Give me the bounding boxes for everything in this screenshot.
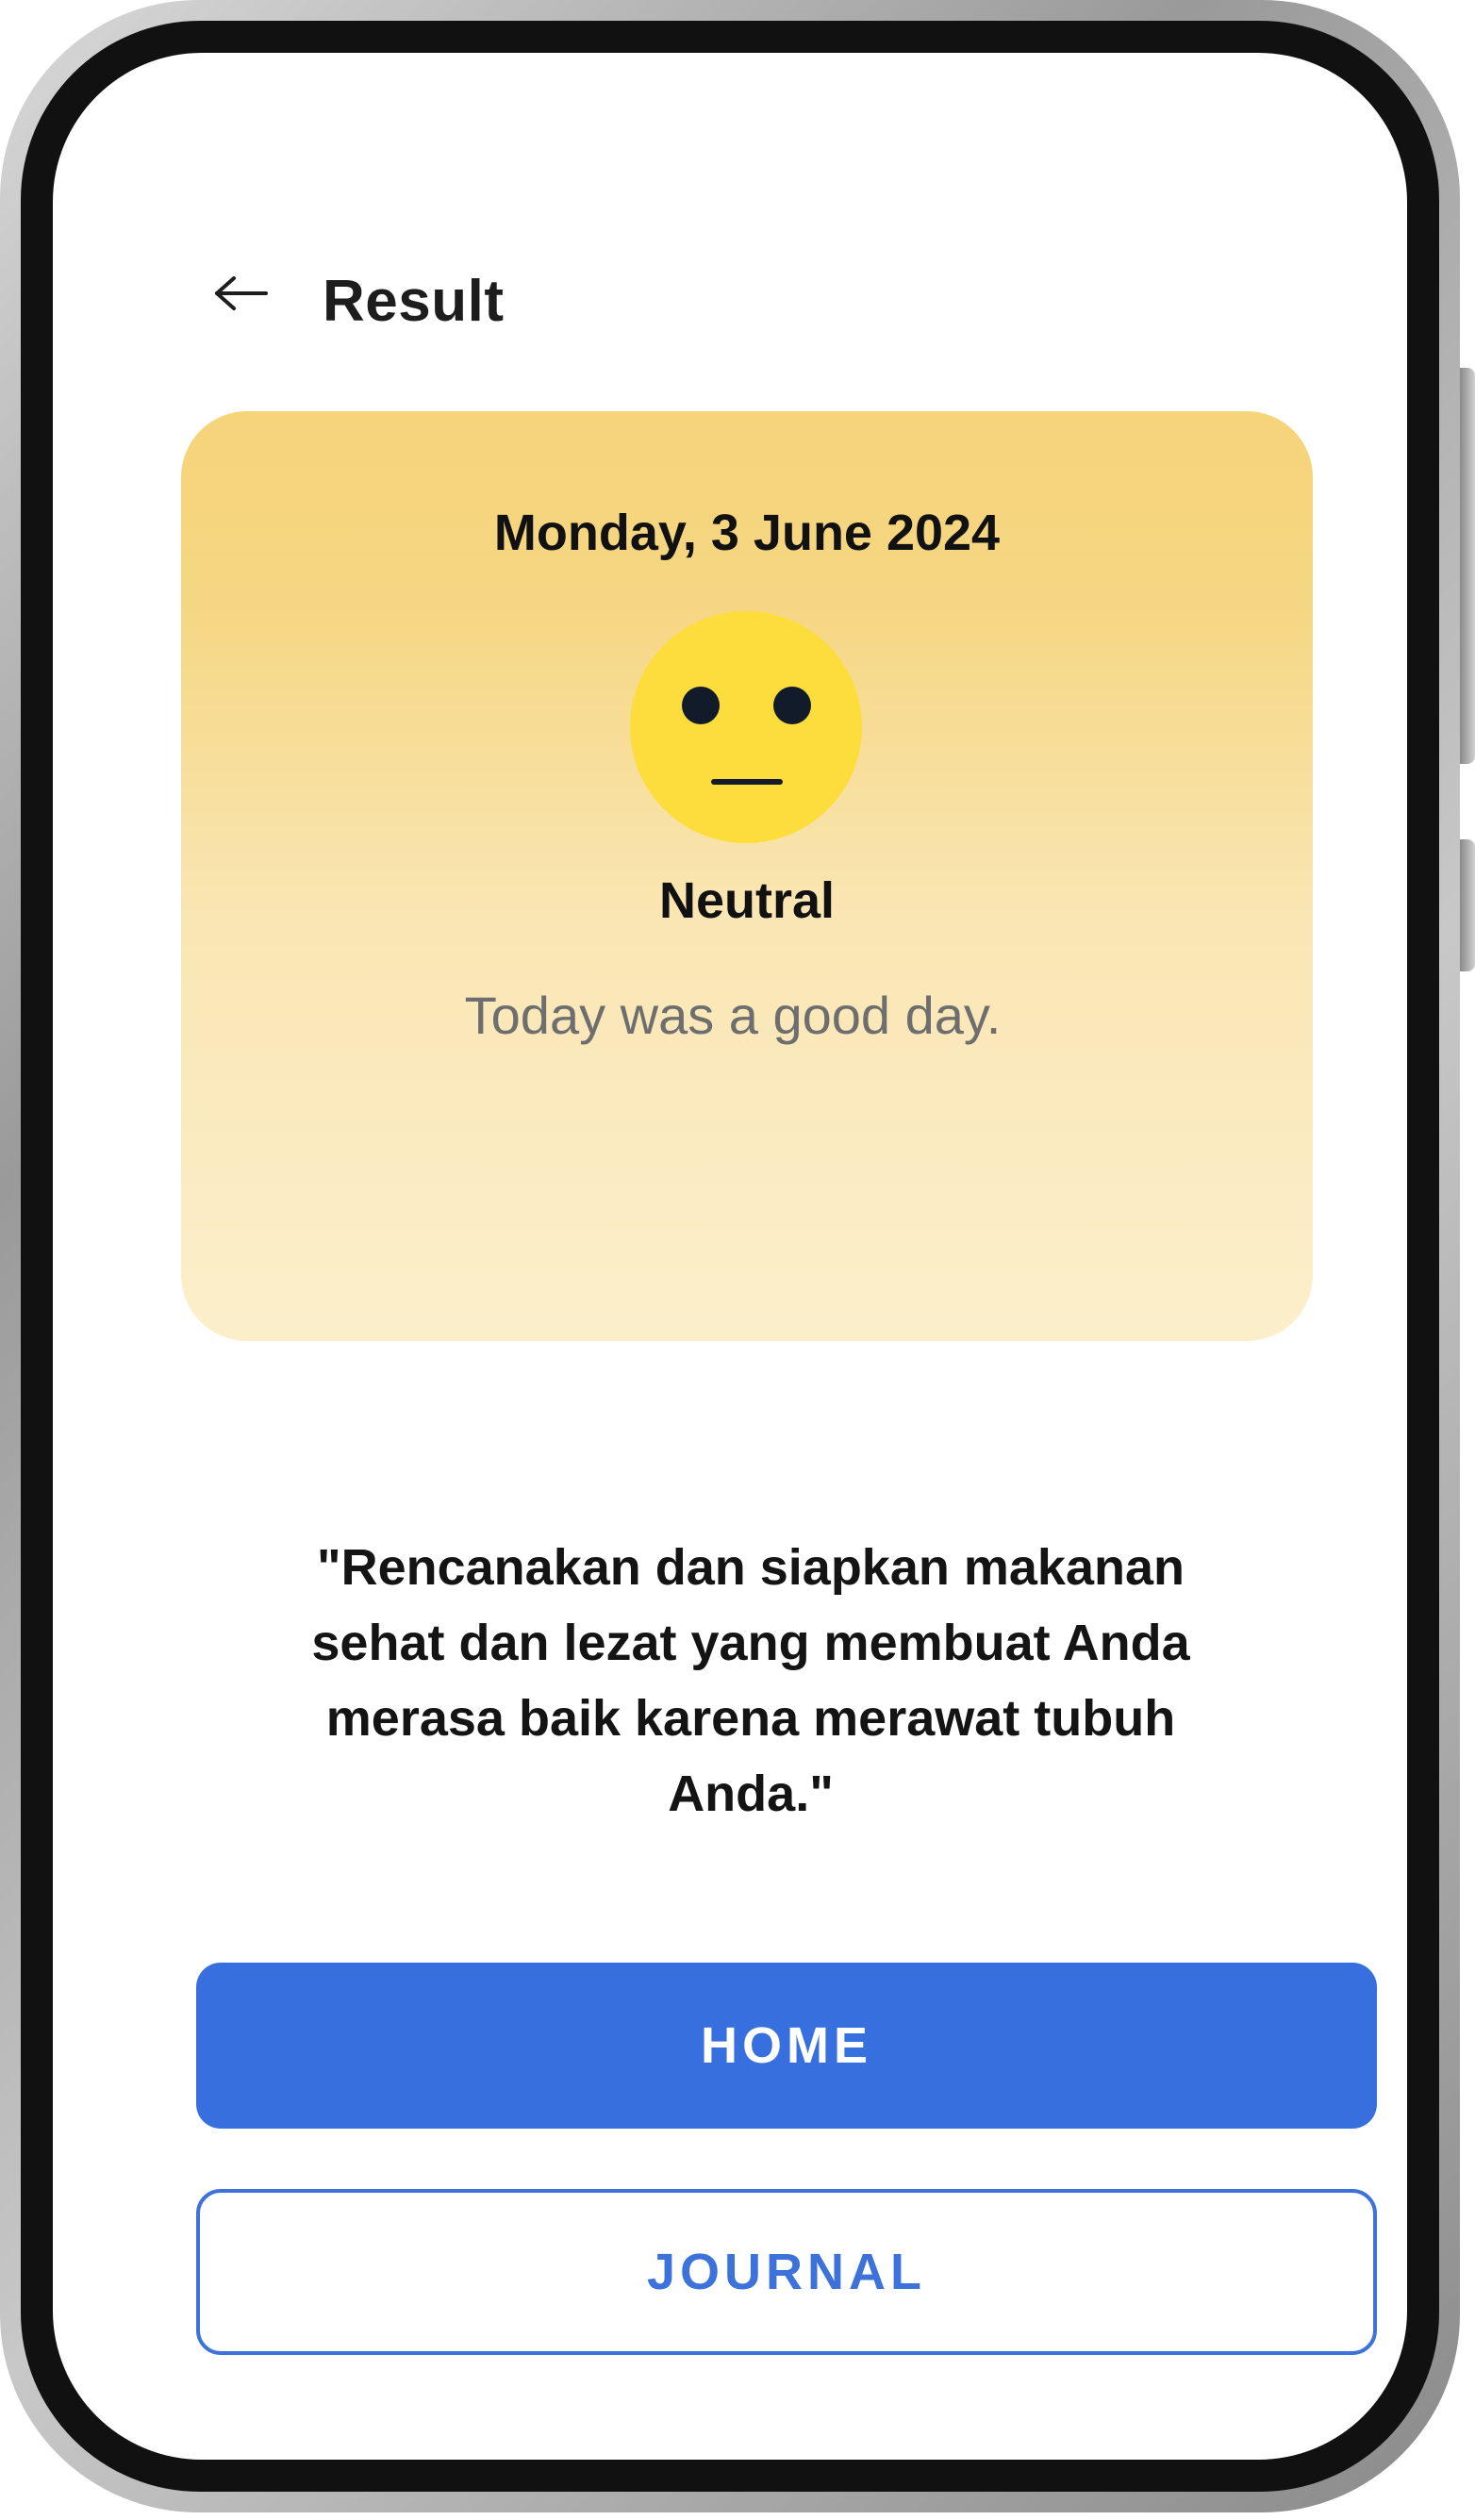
home-button[interactable]: HOME [196,1963,1377,2129]
volume-button [1460,368,1475,764]
mood-label: Neutral [658,872,836,929]
neutral-face-icon [630,611,862,843]
back-button[interactable] [194,246,289,340]
right-eye [773,687,811,724]
mouth [711,779,783,785]
app-screen: Result Monday, 3 June 2024 Neutral Today… [53,53,1407,2460]
page-title: Result [323,269,505,334]
motivational-quote: "Rencanakan dan siapkan makanan sehat da… [311,1539,1190,1822]
arrow-left-icon [215,276,268,310]
power-button [1460,839,1475,971]
entry-date: Monday, 3 June 2024 [493,505,1001,561]
mood-note: Today was a good day. [464,986,1002,1045]
mood-card: Monday, 3 June 2024 Neutral Today was a … [181,411,1313,1341]
left-eye [682,687,720,724]
device-mockup: Result Monday, 3 June 2024 Neutral Today… [0,0,1475,2520]
journal-button[interactable]: JOURNAL [196,2189,1377,2355]
